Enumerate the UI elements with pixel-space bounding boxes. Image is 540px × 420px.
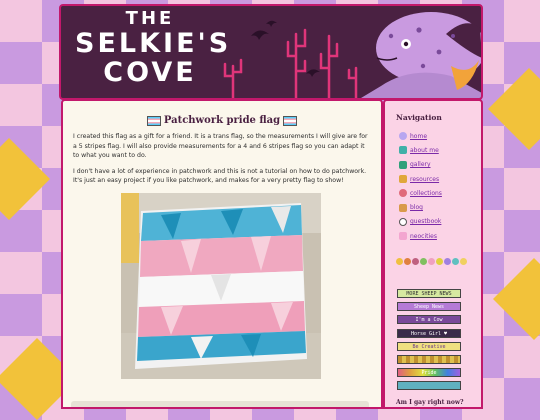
quilt-patch-yellow [0, 137, 51, 221]
sidebar-item-guestbook[interactable]: guestbook [399, 216, 481, 228]
emoji-icon [412, 257, 419, 265]
sidebar-item-gallery[interactable]: gallery [399, 159, 481, 171]
emoji-icon [436, 257, 443, 265]
sidebar-heading: Navigation [396, 113, 442, 122]
post-paragraph-1: I created this flag as a gift for a frie… [73, 133, 368, 160]
badge-button[interactable]: Pride [397, 368, 461, 378]
emoji-strip [396, 256, 481, 266]
sidebar-item-label[interactable]: gallery [410, 161, 431, 168]
main-content-panel[interactable]: Patchwork pride flag I created this flag… [61, 99, 383, 409]
sidebar-item-label[interactable]: resources [410, 176, 439, 183]
emoji-icon [404, 257, 411, 265]
emoji-icon [444, 257, 451, 265]
post-title-row: Patchwork pride flag [63, 115, 381, 126]
sidebar-item-label[interactable]: blog [410, 204, 423, 211]
button-badges: MORE SHEEP NEWS Sheep News I'm a Cow Hor… [397, 289, 461, 395]
sidebar-item-label[interactable]: home [410, 133, 427, 140]
sidebar-item-blog[interactable]: blog [399, 201, 481, 213]
selkie-illustration [361, 12, 481, 98]
sidebar-item-label[interactable]: about me [410, 147, 439, 154]
cat-icon [399, 232, 407, 241]
site-banner[interactable]: THE SELKIE'S COVE [59, 4, 483, 100]
badge-button[interactable]: I'm a Cow [397, 315, 461, 325]
gem-icon [399, 189, 407, 198]
sidebar-item-neocities[interactable]: neocities [399, 230, 481, 242]
post-title: Patchwork pride flag [163, 115, 281, 126]
bread-icon [399, 203, 407, 212]
badge-button[interactable] [397, 354, 461, 364]
sidebar-item-resources[interactable]: resources [399, 173, 481, 185]
sidebar-item-collections[interactable]: collections [399, 187, 481, 199]
sidebar[interactable]: Navigation home about me gallery resourc… [383, 99, 483, 409]
badge-button[interactable]: Sheep News [397, 302, 461, 312]
sidebar-item-home[interactable]: home [399, 130, 481, 142]
badge-button[interactable]: Be Creative [397, 341, 461, 351]
post-paragraph-2: I don't have a lot of experience in patc… [73, 167, 367, 185]
site-title-line3: COVE [103, 57, 197, 88]
sidebar-item-label[interactable]: guestbook [410, 218, 441, 225]
site-title-line1: THE [125, 8, 175, 29]
emoji-icon [420, 257, 427, 265]
emoji-icon [428, 257, 435, 265]
quilt-patch-yellow [487, 67, 540, 151]
trans-flag-icon [146, 115, 161, 126]
patchwork-flag-photo [121, 193, 321, 379]
emoji-icon [452, 257, 459, 265]
note-icon [399, 146, 407, 155]
skull-icon [399, 217, 407, 226]
emoji-icon [396, 257, 403, 265]
sidebar-item-about[interactable]: about me [399, 144, 481, 156]
trans-flag-icon [283, 115, 298, 126]
quilt-patch-yellow [492, 257, 540, 341]
site-title-line2: SELKIE'S [75, 28, 232, 59]
pencil-pen-icon [399, 175, 407, 184]
sidebar-item-label[interactable]: neocities [410, 233, 437, 240]
badge-button[interactable]: Horse Girl ♥ [397, 328, 461, 338]
comment-bar [71, 401, 369, 407]
badge-button[interactable] [397, 381, 461, 391]
badge-button[interactable]: MORE SHEEP NEWS [397, 289, 461, 298]
emoji-icon [460, 257, 467, 265]
sidebar-item-label[interactable]: collections [410, 190, 442, 197]
site-title: THE SELKIE'S COVE [75, 8, 232, 88]
heart-icon [399, 132, 407, 141]
pencil-icon [399, 160, 407, 169]
